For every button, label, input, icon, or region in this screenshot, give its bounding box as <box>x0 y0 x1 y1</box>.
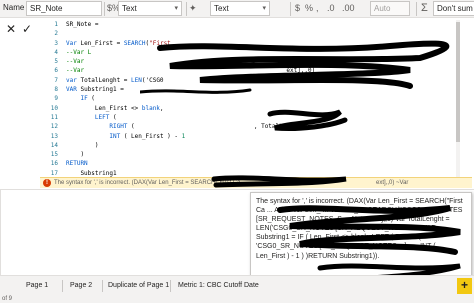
name-input[interactable]: SR_Note <box>26 1 102 16</box>
line-number: 2 <box>54 30 58 38</box>
line-number: 3 <box>54 39 58 47</box>
line-number: 7 <box>54 76 58 84</box>
check-icon[interactable]: ✓ <box>22 22 32 36</box>
line-number: 10 <box>50 104 58 112</box>
line-number: 6 <box>54 67 58 75</box>
toolbar-divider <box>416 2 417 16</box>
line-number: 1 <box>54 21 58 28</box>
comma-style-icon[interactable]: , <box>316 3 319 13</box>
status-bar: of 9 <box>0 295 474 303</box>
summarize-dropdown[interactable]: Don't sum <box>433 1 474 16</box>
toolbar-divider <box>290 2 291 16</box>
line-number: 11 <box>50 113 58 121</box>
redaction-scribble <box>211 175 347 188</box>
page-count: of 9 <box>2 296 13 302</box>
line-number: 9 <box>54 95 58 103</box>
data-type-value: Text <box>214 4 229 13</box>
tab-page-1[interactable]: Page 1 <box>22 279 52 293</box>
paint-format-icon: ✦ <box>189 3 197 13</box>
code-line: ) <box>66 151 85 159</box>
format-dropdown[interactable]: Text ▾ <box>118 1 182 16</box>
add-page-button[interactable]: + <box>457 278 472 294</box>
tab-divider <box>102 280 103 292</box>
tab-page-2[interactable]: Page 2 <box>66 279 96 293</box>
chevron-down-icon: ▾ <box>174 5 178 12</box>
decimal-places-input[interactable]: Auto <box>370 1 410 16</box>
currency-icon[interactable]: $ <box>295 3 300 13</box>
column-tools-toolbar: Name SR_Note $% Text ▾ ✦ Text ▾ $ % , .0… <box>0 0 474 18</box>
name-label: Name <box>3 3 25 12</box>
line-number: 5 <box>54 58 58 66</box>
sigma-icon: Σ <box>421 2 428 14</box>
tab-divider <box>62 280 63 292</box>
code-line: RETURN <box>66 160 88 168</box>
tab-divider <box>170 280 171 292</box>
close-icon[interactable]: ✕ <box>6 22 16 36</box>
data-type-dropdown[interactable]: Text ▾ <box>210 1 270 16</box>
line-number: 13 <box>50 132 58 140</box>
page-tabs: Page 1 Page 2 Duplicate of Page 1 Metric… <box>0 275 474 295</box>
redaction-scribble <box>140 40 450 131</box>
toolbar-divider <box>104 2 105 16</box>
toolbar-divider <box>186 2 187 16</box>
tab-metric-1[interactable]: Metric 1: CBC Cutoff Date <box>174 279 263 293</box>
line-number: 16 <box>50 160 58 168</box>
error-message-end: ext],,0) ~Var <box>376 180 409 186</box>
line-number: 12 <box>50 123 58 131</box>
line-number: 14 <box>50 141 58 149</box>
line-number-gutter: 1 2 3 4 5 6 7 8 9 10 11 12 13 14 15 16 1… <box>40 20 58 178</box>
code-line: SR_Note = <box>66 21 99 28</box>
line-number: 8 <box>54 86 58 94</box>
chevron-down-icon: ▾ <box>262 5 266 12</box>
line-number: 4 <box>54 48 58 56</box>
format-value: Text <box>122 4 137 13</box>
decrease-decimal-icon[interactable]: .0 <box>327 3 335 13</box>
line-number: 15 <box>50 151 58 159</box>
increase-decimal-icon[interactable]: .00 <box>342 3 355 13</box>
error-icon: ! <box>43 179 51 187</box>
tab-duplicate-of-page-1[interactable]: Duplicate of Page 1 <box>104 279 173 293</box>
percent-icon[interactable]: % <box>305 3 313 13</box>
